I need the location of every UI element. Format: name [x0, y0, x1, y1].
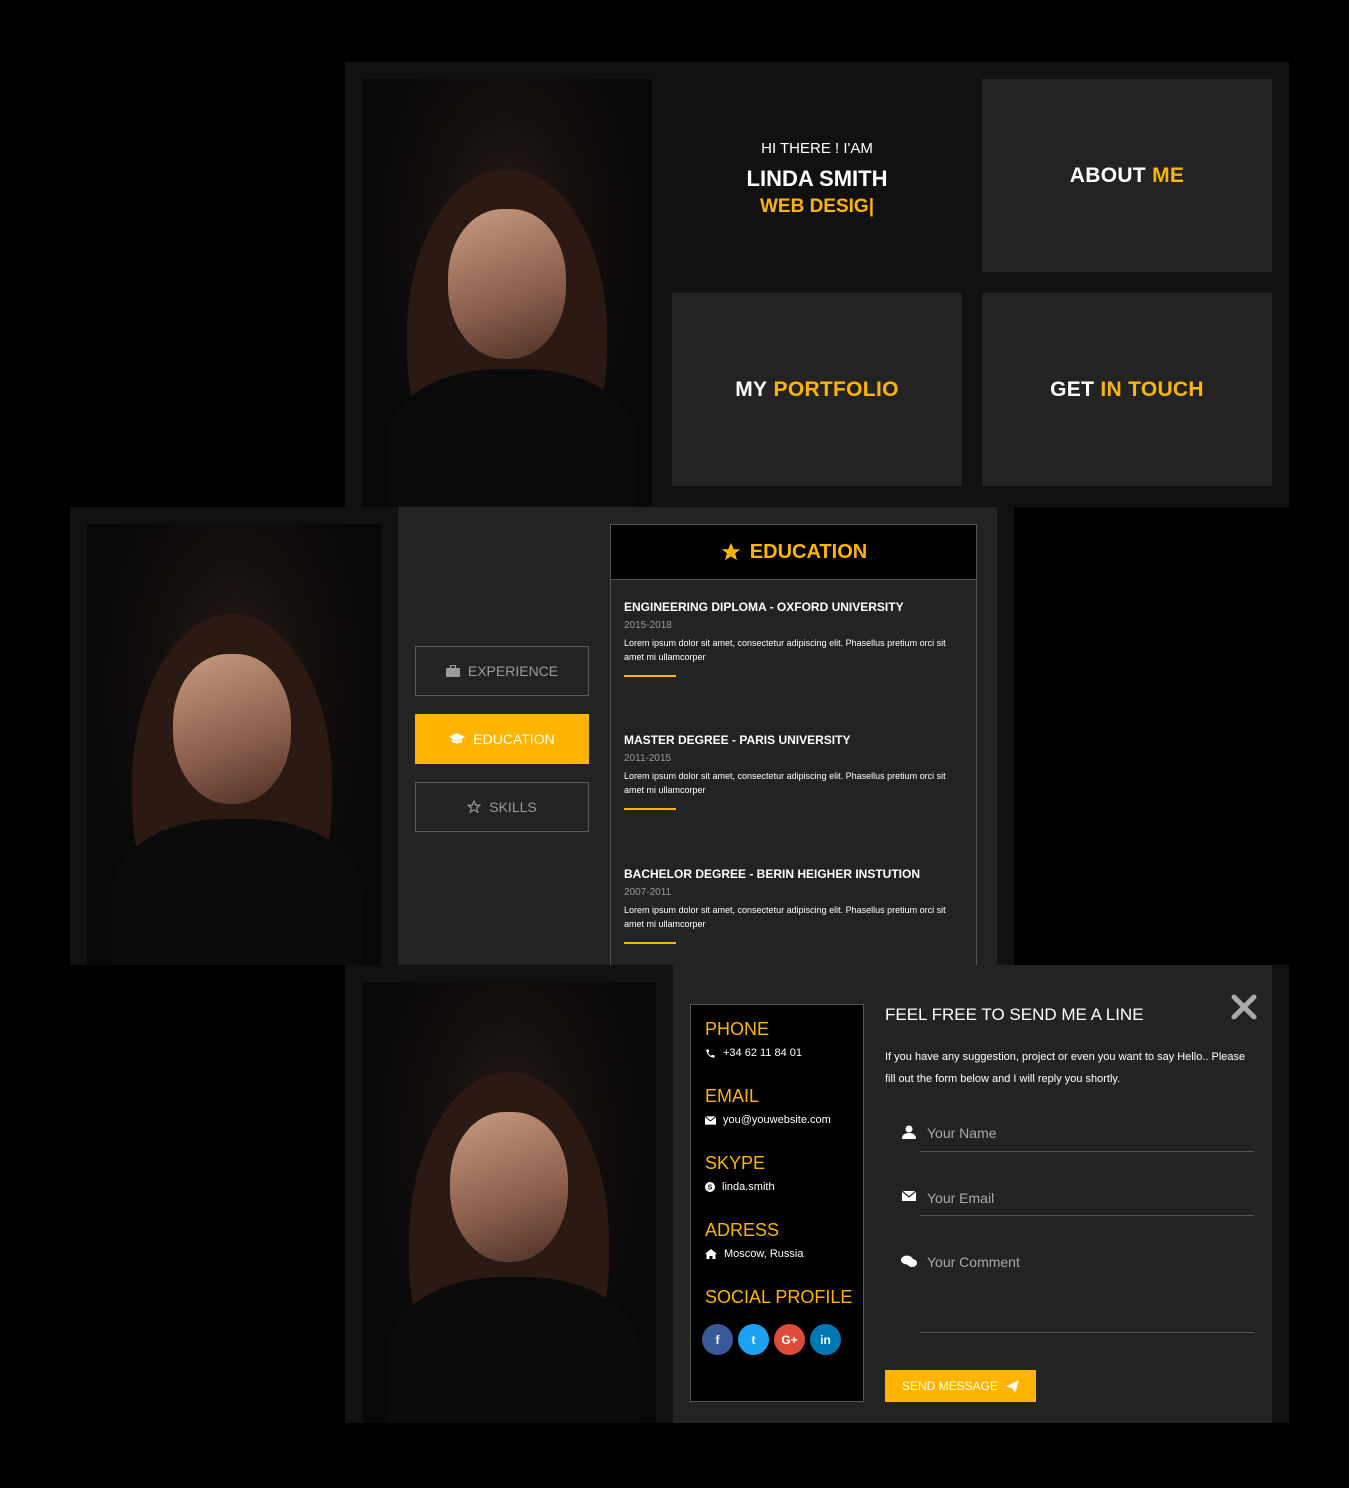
- comments-icon: [901, 1255, 917, 1267]
- portfolio-word1: MY: [735, 377, 768, 401]
- skype-icon: S: [705, 1182, 715, 1192]
- tab-experience[interactable]: EXPERIENCE: [415, 646, 589, 696]
- education-item: ENGINEERING DIPLOMA - OXFORD UNIVERSITY …: [624, 600, 962, 677]
- send-message-label: SEND MESSAGE: [901, 1379, 999, 1393]
- education-item-title: ENGINEERING DIPLOMA - OXFORD UNIVERSITY: [624, 600, 904, 614]
- contact-word1: GET: [1050, 377, 1095, 401]
- education-header: EDUCATION: [611, 525, 976, 580]
- about-word1: ABOUT: [1069, 163, 1146, 187]
- education-item: MASTER DEGREE - PARIS UNIVERSITY 2011-20…: [624, 733, 962, 810]
- phone-value: +34 62 11 84 01: [705, 1047, 863, 1059]
- form-heading: FEEL FREE TO SEND ME A LINE: [885, 1005, 1144, 1024]
- education-item-desc: Lorem ipsum dolor sit amet, consectetur …: [624, 905, 946, 929]
- send-message-button[interactable]: SEND MESSAGE: [885, 1370, 1036, 1402]
- education-title: EDUCATION: [749, 540, 868, 563]
- comment-field[interactable]: [920, 1331, 1254, 1333]
- profile-photo: [362, 79, 652, 507]
- twitter-icon[interactable]: t: [738, 1324, 769, 1355]
- education-item-title: MASTER DEGREE - PARIS UNIVERSITY: [624, 733, 851, 747]
- email-field[interactable]: [920, 1214, 1254, 1216]
- hero-section: HI THERE ! I'AM LINDA SMITH WEB DESIG| A…: [345, 62, 1289, 507]
- education-item-divider: [624, 675, 676, 677]
- envelope-icon: [902, 1191, 916, 1201]
- name-field[interactable]: [920, 1150, 1254, 1152]
- social-icons: f t G+ in: [702, 1324, 863, 1355]
- education-item-title: BACHELOR DEGREE - BERIN HEIGHER INSTUTIO…: [624, 867, 921, 881]
- briefcase-icon: [445, 665, 460, 677]
- skype-text: linda.smith: [722, 1181, 775, 1193]
- portfolio-tile[interactable]: MY PORTFOLIO: [672, 293, 962, 486]
- contact-word2: IN TOUCH: [1100, 377, 1204, 401]
- education-panel: EDUCATION ENGINEERING DIPLOMA - OXFORD U…: [610, 524, 977, 965]
- education-item-desc: Lorem ipsum dolor sit amet, consectetur …: [624, 638, 946, 662]
- education-item-years: 2015-2018: [624, 620, 672, 631]
- user-icon: [902, 1125, 916, 1139]
- skype-value: S linda.smith: [705, 1181, 863, 1193]
- portfolio-word2: PORTFOLIO: [773, 377, 899, 401]
- form-intro: If you have any suggestion, project or e…: [885, 1051, 1246, 1085]
- phone-text: +34 62 11 84 01: [723, 1047, 803, 1059]
- education-item-divider: [624, 942, 676, 944]
- hero-greeting: HI THERE ! I'AM: [761, 140, 873, 157]
- contact-section: PHONE +34 62 11 84 01 EMAIL you@youwebsi…: [345, 965, 1289, 1423]
- hero-intro: HI THERE ! I'AM LINDA SMITH WEB DESIG|: [672, 140, 962, 218]
- education-item-desc: Lorem ipsum dolor sit amet, consectetur …: [624, 771, 946, 795]
- tab-label: EXPERIENCE: [467, 663, 559, 679]
- envelope-icon: [705, 1115, 716, 1125]
- get-in-touch-tile[interactable]: GET IN TOUCH: [982, 293, 1272, 486]
- education-item-years: 2011-2015: [624, 753, 672, 764]
- svg-text:S: S: [708, 1185, 713, 1192]
- name-placeholder: Your Name: [927, 1125, 997, 1141]
- star-icon: [721, 542, 740, 561]
- about-word2: ME: [1152, 163, 1185, 187]
- education-item-years: 2007-2011: [624, 887, 672, 898]
- social-label: SOCIAL PROFILE: [705, 1287, 853, 1307]
- google-plus-icon[interactable]: G+: [774, 1324, 805, 1355]
- email-placeholder: Your Email: [927, 1190, 995, 1206]
- profile-photo: [87, 524, 381, 965]
- facebook-icon[interactable]: f: [702, 1324, 733, 1355]
- close-icon[interactable]: [1230, 993, 1258, 1021]
- phone-icon: [706, 1048, 715, 1058]
- about-me-tile[interactable]: ABOUT ME: [982, 79, 1272, 272]
- contact-info-box: PHONE +34 62 11 84 01 EMAIL you@youwebsi…: [690, 1004, 864, 1402]
- email-text[interactable]: you@youwebsite.com: [723, 1114, 831, 1126]
- skype-label: SKYPE: [705, 1153, 766, 1173]
- email-label: EMAIL: [705, 1086, 760, 1106]
- hero-role: WEB DESIG|: [759, 196, 875, 217]
- phone-label: PHONE: [705, 1019, 770, 1039]
- graduation-cap-icon: [449, 733, 466, 744]
- comment-placeholder: Your Comment: [927, 1254, 1020, 1270]
- address-text: Moscow, Russia: [724, 1248, 804, 1260]
- tab-label: EDUCATION: [473, 731, 555, 747]
- tab-education[interactable]: EDUCATION: [415, 714, 589, 764]
- tab-skills[interactable]: SKILLS: [415, 782, 589, 832]
- paper-plane-icon: [1006, 1379, 1020, 1393]
- profile-photo: [362, 982, 656, 1423]
- linkedin-icon[interactable]: in: [810, 1324, 841, 1355]
- home-icon: [705, 1249, 717, 1259]
- star-icon: [467, 800, 482, 814]
- resume-section: EXPERIENCE EDUCATION SKILLS EDUCATION EN…: [70, 507, 1014, 965]
- education-item-divider: [624, 808, 676, 810]
- address-label: ADRESS: [705, 1220, 780, 1240]
- tab-label: SKILLS: [489, 799, 537, 815]
- education-item: BACHELOR DEGREE - BERIN HEIGHER INSTUTIO…: [624, 867, 962, 944]
- email-value: you@youwebsite.com: [705, 1114, 863, 1126]
- address-value: Moscow, Russia: [705, 1248, 863, 1260]
- hero-name: LINDA SMITH: [746, 166, 888, 191]
